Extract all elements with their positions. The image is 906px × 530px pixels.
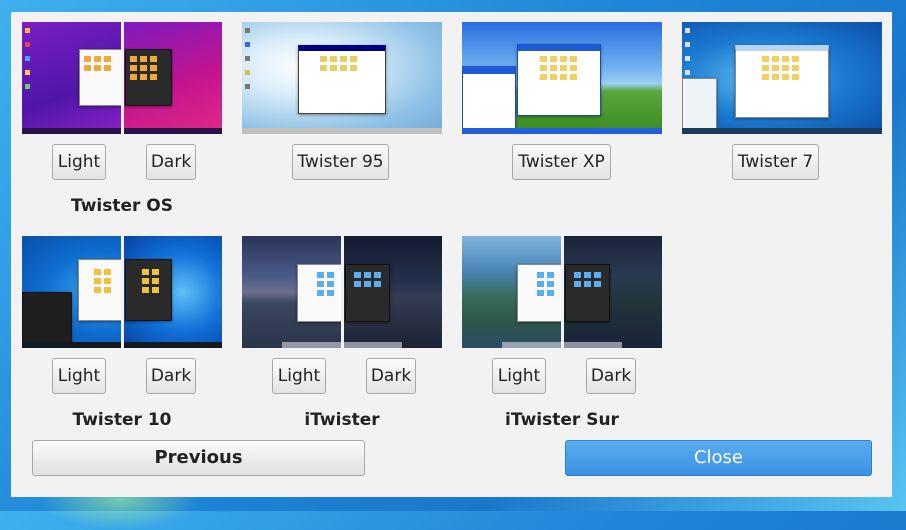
itwister-sur-label: iTwister Sur	[505, 410, 619, 430]
itwister-dark-button[interactable]: Dark	[366, 358, 416, 394]
twister-os-label: Twister OS	[70, 196, 174, 216]
twister-os-light-button[interactable]: Light	[52, 144, 106, 180]
twister-10-light-button[interactable]: Light	[52, 358, 106, 394]
theme-picker-dialog: Light Dark Twister 95 Twister XP Twister…	[11, 12, 892, 497]
itwister-sur-preview	[462, 236, 662, 348]
itwister-label: iTwister	[304, 410, 380, 430]
twister-7-button[interactable]: Twister 7	[732, 144, 819, 180]
twister-10-dark-button[interactable]: Dark	[146, 358, 196, 394]
itwister-sur-light-button[interactable]: Light	[492, 358, 546, 394]
twister-os-preview	[22, 22, 222, 134]
twister-7-preview	[682, 22, 882, 134]
close-button[interactable]: Close	[565, 440, 872, 476]
twister-95-preview	[242, 22, 442, 134]
twister-xp-preview	[462, 22, 662, 134]
itwister-preview	[242, 236, 442, 348]
twister-xp-button[interactable]: Twister XP	[512, 144, 611, 180]
itwister-sur-dark-button[interactable]: Dark	[586, 358, 636, 394]
previous-button[interactable]: Previous	[32, 440, 365, 476]
twister-95-button[interactable]: Twister 95	[292, 144, 389, 180]
twister-os-dark-button[interactable]: Dark	[146, 144, 196, 180]
itwister-light-button[interactable]: Light	[272, 358, 326, 394]
twister-10-label: Twister 10	[72, 410, 172, 430]
twister-10-preview	[22, 236, 222, 348]
